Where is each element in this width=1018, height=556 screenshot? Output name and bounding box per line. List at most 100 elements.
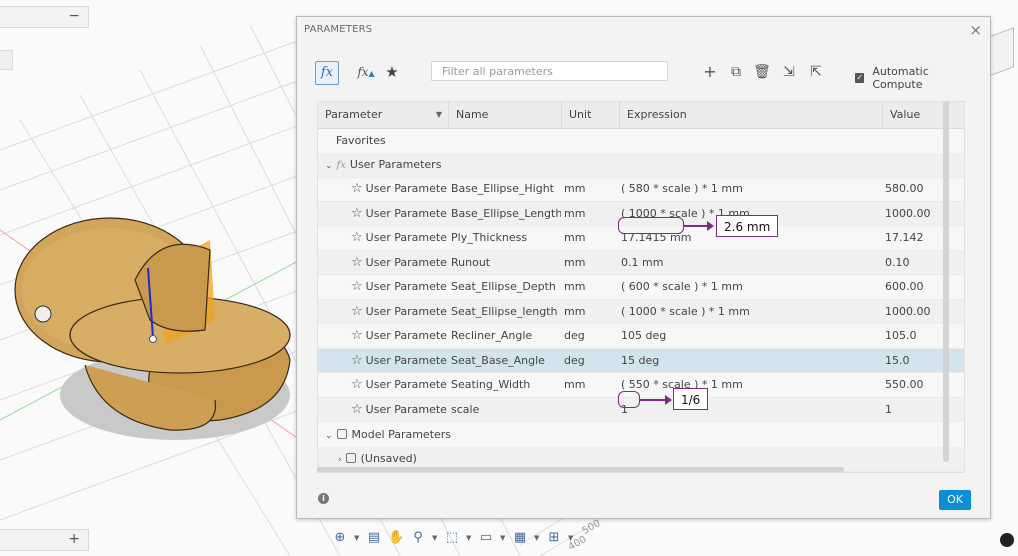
group-row-model-parameters[interactable]: ⌄ Model Parameters [318, 423, 964, 448]
parameter-unit-cell[interactable]: mm [564, 226, 618, 250]
info-icon[interactable]: i [318, 493, 329, 504]
dropdown-caret-icon[interactable]: ▼ [354, 534, 360, 542]
parameter-unit-cell[interactable]: mm [564, 275, 618, 299]
favorites-star-icon[interactable]: ★ [381, 61, 403, 83]
dropdown-caret-icon[interactable]: ▼ [500, 534, 506, 542]
add-parameter-plus-icon[interactable]: + [699, 61, 721, 83]
favorite-star-icon[interactable]: ☆ [351, 402, 363, 417]
fit-icon[interactable]: ⬚ [444, 530, 460, 546]
horizontal-scrollbar[interactable] [317, 467, 844, 472]
collapse-icon[interactable]: − [68, 8, 80, 24]
fx-label: fx [357, 65, 369, 79]
favorite-star-icon[interactable]: ☆ [351, 279, 363, 294]
parameter-name-cell[interactable]: Seat_Base_Angle [451, 349, 561, 373]
parameter-name-cell[interactable]: Base_Ellipse_Length [451, 202, 561, 226]
parameter-expression-cell[interactable]: ( 600 * scale ) * 1 mm [621, 275, 881, 299]
parameter-unit-cell[interactable] [564, 398, 618, 422]
group-row-favorites[interactable]: Favorites [318, 129, 964, 154]
favorite-star-icon[interactable]: ☆ [351, 181, 363, 196]
group-row-user-parameters[interactable]: ⌄ fx User Parameters [318, 153, 964, 178]
browser-panel-collapsed[interactable]: − [0, 6, 89, 28]
dropdown-caret-icon[interactable]: ▼ [568, 534, 574, 542]
parameter-value-cell: 0.10 [885, 255, 910, 269]
favorite-star-icon[interactable]: ☆ [351, 255, 363, 270]
status-icon[interactable] [1000, 533, 1014, 547]
parameter-name-cell[interactable]: Runout [451, 251, 561, 275]
table-row[interactable]: ☆ User Parameter scale 1 1 [318, 397, 964, 422]
dropdown-caret-icon[interactable]: ▼ [432, 534, 438, 542]
parameter-expression-cell[interactable]: 0.1 mm [621, 251, 881, 275]
expand-icon[interactable]: + [68, 531, 80, 547]
checkbox-checked-icon[interactable]: ✓ [855, 73, 865, 83]
zoom-icon[interactable]: ⚲ [410, 530, 426, 546]
column-header-value[interactable]: Value [883, 102, 964, 128]
table-row[interactable]: ☆ User Parameter Seat_Ellipse_Depth mm( 600… [318, 275, 964, 300]
column-header-unit[interactable]: Unit [562, 102, 620, 128]
favorite-star-icon[interactable]: ☆ [351, 328, 363, 343]
parameter-name-cell[interactable]: Base_Ellipse_Hight [451, 177, 561, 201]
parameter-value-cell: 1000.00 [885, 304, 931, 318]
table-row[interactable]: ☆ User Parameter Seat_Ellipse_length mm( 10… [318, 299, 964, 324]
parameter-name-cell[interactable]: Seat_Ellipse_length [451, 300, 561, 324]
vertical-scrollbar[interactable] [943, 101, 949, 462]
filter-input[interactable] [440, 64, 663, 79]
all-parameters-fx-icon[interactable]: fx [315, 61, 339, 85]
dropdown-caret-icon[interactable]: ▼ [466, 534, 472, 542]
column-header-parameter[interactable]: Parameter ▼ [318, 102, 449, 128]
parameter-unit-cell[interactable]: mm [564, 177, 618, 201]
parameter-expression-cell[interactable]: ( 580 * scale ) * 1 mm [621, 177, 881, 201]
table-row[interactable]: ☆ User Parameter Runout mm 0.1 mm 0.10 [318, 250, 964, 275]
favorite-star-icon[interactable]: ☆ [351, 206, 363, 221]
delete-trash-icon[interactable]: 🗑 [751, 61, 773, 83]
display-settings-icon[interactable]: ▭ [478, 530, 494, 546]
column-header-label: Parameter [325, 108, 383, 121]
favorite-star-icon[interactable]: ☆ [351, 304, 363, 319]
panel-stub[interactable] [0, 50, 13, 70]
parameter-expression-cell[interactable]: 105 deg [621, 324, 881, 348]
table-row[interactable]: ☆ User Parameter Recliner_Angle deg 105 deg 1… [318, 324, 964, 349]
table-row[interactable]: ☆ User Parameter Seating_Width mm( 550 * sc… [318, 373, 964, 398]
parameter-name-cell[interactable]: Seat_Ellipse_Depth [451, 275, 561, 299]
chevron-right-icon[interactable]: › [338, 455, 342, 465]
table-row[interactable]: ☆ User Parameter Base_Ellipse_Hight mm( 580… [318, 177, 964, 202]
grid-icon[interactable]: ▦ [512, 530, 528, 546]
chevron-down-icon[interactable]: ⌄ [325, 431, 333, 441]
pan-icon[interactable]: ✋ [388, 530, 404, 546]
parameter-unit-cell[interactable]: mm [564, 300, 618, 324]
column-header-name[interactable]: Name [449, 102, 562, 128]
parameter-name-cell[interactable]: scale [451, 398, 561, 422]
favorite-star-icon[interactable]: ☆ [351, 230, 363, 245]
favorite-star-icon[interactable]: ☆ [351, 377, 363, 392]
automatic-compute-toggle[interactable]: ✓ Automatic Compute [855, 65, 975, 91]
parameter-unit-cell[interactable]: mm [564, 373, 618, 397]
import-icon[interactable]: ⇲ [778, 61, 800, 83]
close-icon[interactable]: × [969, 21, 982, 39]
parameter-unit-cell[interactable]: mm [564, 251, 618, 275]
user-parameters-fx-icon[interactable]: fx▲ [355, 61, 377, 83]
export-icon[interactable]: ⇱ [805, 61, 827, 83]
copy-icon[interactable]: ⧉ [725, 61, 747, 83]
parameter-expression-cell[interactable]: ( 550 * scale ) * 1 mm [621, 373, 881, 397]
parameter-unit-cell[interactable]: deg [564, 324, 618, 348]
parameter-name-cell[interactable]: Seating_Width [451, 373, 561, 397]
look-at-icon[interactable]: ▤ [366, 530, 382, 546]
parameter-expression-cell[interactable]: 1 [621, 398, 881, 422]
parameter-name-cell[interactable]: Ply_Thickness [451, 226, 561, 250]
sort-caret-icon[interactable]: ▼ [436, 102, 442, 128]
favorite-star-icon[interactable]: ☆ [351, 353, 363, 368]
table-row[interactable]: ☆ User Parameter Seat_Base_Angle deg 15 deg 1… [318, 348, 964, 373]
parameter-name-cell[interactable]: Recliner_Angle [451, 324, 561, 348]
orbit-icon[interactable]: ⊕ [332, 530, 348, 546]
comments-panel-collapsed[interactable]: + [0, 529, 89, 551]
parameter-unit-cell[interactable]: mm [564, 202, 618, 226]
column-header-expression[interactable]: Expression [620, 102, 883, 128]
ok-button[interactable]: OK [939, 490, 971, 510]
dropdown-caret-icon[interactable]: ▼ [534, 534, 540, 542]
chevron-down-icon[interactable]: ⌄ [325, 161, 333, 171]
scrollbar-thumb[interactable] [943, 101, 949, 462]
parameter-expression-cell[interactable]: 15 deg [621, 349, 881, 373]
chair-model[interactable] [14, 217, 291, 431]
parameter-expression-cell[interactable]: ( 1000 * scale ) * 1 mm [621, 300, 881, 324]
parameter-unit-cell[interactable]: deg [564, 349, 618, 373]
viewports-icon[interactable]: ⊞ [546, 530, 562, 546]
